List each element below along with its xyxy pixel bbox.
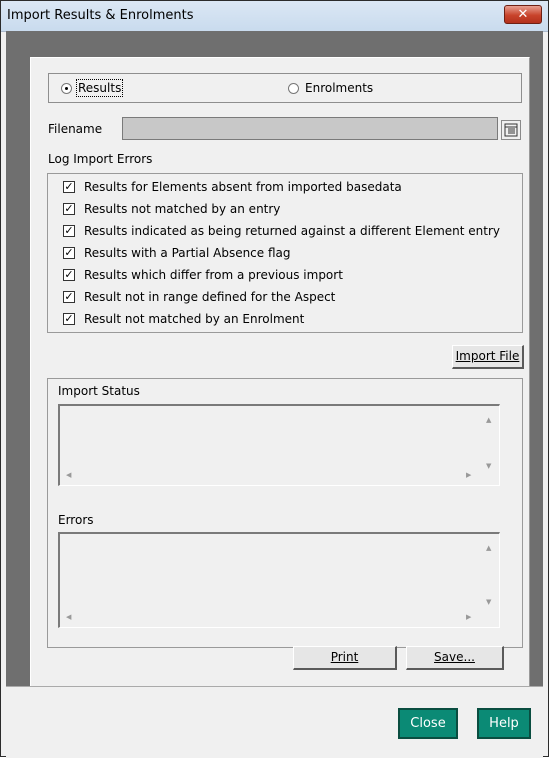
log-option-label: Result not in range defined for the Aspe…	[84, 290, 336, 304]
scroll-left-icon[interactable]: ◀	[66, 471, 71, 479]
log-option-label: Results with a Partial Absence flag	[84, 246, 291, 260]
print-button[interactable]: Print	[293, 646, 397, 670]
scroll-left-icon[interactable]: ◀	[66, 613, 71, 621]
log-errors-group: ✓ Results for Elements absent from impor…	[47, 173, 523, 333]
window-title: Import Results & Enrolments	[7, 8, 194, 23]
log-option-no-entry[interactable]: ✓ Results not matched by an entry	[63, 202, 280, 216]
scroll-right-icon[interactable]: ▶	[466, 471, 471, 479]
import-status-label: Import Status	[58, 384, 140, 398]
log-option-no-enrolment[interactable]: ✓ Result not matched by an Enrolment	[63, 312, 304, 326]
checkbox[interactable]: ✓	[63, 269, 75, 281]
help-button[interactable]: Help	[477, 708, 531, 739]
close-label: Close	[410, 716, 446, 731]
browse-folder-icon	[504, 123, 518, 137]
help-label: Help	[489, 716, 519, 731]
horizontal-scrollbar[interactable]: ◀ ▶	[62, 613, 482, 625]
radio-enrolments-label: Enrolments	[305, 81, 374, 95]
scroll-up-icon[interactable]: ▲	[486, 416, 491, 424]
checkbox[interactable]: ✓	[63, 181, 75, 193]
browse-file-button[interactable]	[501, 120, 521, 140]
log-option-different-element[interactable]: ✓ Results indicated as being returned ag…	[63, 224, 500, 238]
radio-results-label: Results	[75, 79, 124, 97]
import-file-button[interactable]: Import File	[452, 345, 524, 369]
scroll-down-icon[interactable]: ▼	[486, 462, 491, 470]
footer-bar	[6, 686, 543, 758]
log-option-label: Results not matched by an entry	[84, 202, 281, 216]
errors-textarea[interactable]: ▲ ▼ ◀ ▶	[58, 532, 500, 628]
filename-label: Filename	[48, 122, 103, 136]
scroll-up-icon[interactable]: ▲	[486, 544, 491, 552]
log-option-label: Results for Elements absent from importe…	[84, 180, 402, 194]
log-option-label: Results which differ from a previous imp…	[84, 268, 343, 282]
radio-enrolments[interactable]: Enrolments	[288, 81, 373, 95]
checkbox[interactable]: ✓	[63, 247, 75, 259]
close-icon: ✕	[517, 7, 529, 22]
title-bar: Import Results & Enrolments ✕	[1, 1, 548, 32]
checkbox[interactable]: ✓	[63, 291, 75, 303]
save-button[interactable]: Save...	[406, 646, 504, 670]
save-label: Save...	[434, 650, 475, 664]
log-errors-heading: Log Import Errors	[48, 152, 153, 166]
print-label: Print	[330, 650, 359, 664]
scroll-right-icon[interactable]: ▶	[466, 613, 471, 621]
log-option-partial-absence[interactable]: ✓ Results with a Partial Absence flag	[63, 246, 291, 260]
radio-enrolments-dot[interactable]	[288, 82, 299, 94]
radio-results-dot[interactable]	[61, 82, 72, 94]
checkbox[interactable]: ✓	[63, 203, 75, 215]
import-file-label: Import File	[455, 349, 520, 363]
checkbox[interactable]: ✓	[63, 225, 75, 237]
filename-field[interactable]	[122, 117, 498, 140]
log-option-label: Results indicated as being returned agai…	[84, 224, 501, 238]
import-type-group: Results Enrolments	[48, 73, 522, 103]
scroll-down-icon[interactable]: ▼	[486, 598, 491, 606]
log-option-label: Result not matched by an Enrolment	[84, 312, 305, 326]
vertical-scrollbar[interactable]: ▲ ▼	[483, 536, 497, 616]
log-option-absent-elements[interactable]: ✓ Results for Elements absent from impor…	[63, 180, 402, 194]
log-option-out-of-range[interactable]: ✓ Result not in range defined for the As…	[63, 290, 335, 304]
import-status-textarea[interactable]: ▲ ▼ ◀ ▶	[58, 404, 500, 486]
errors-label: Errors	[58, 513, 94, 527]
log-option-differ-previous[interactable]: ✓ Results which differ from a previous i…	[63, 268, 343, 282]
horizontal-scrollbar[interactable]: ◀ ▶	[62, 471, 482, 483]
close-button[interactable]: Close	[398, 708, 458, 739]
checkbox[interactable]: ✓	[63, 313, 75, 325]
close-window-button[interactable]: ✕	[504, 5, 542, 24]
vertical-scrollbar[interactable]: ▲ ▼	[483, 408, 497, 476]
radio-results[interactable]: Results	[61, 79, 124, 97]
